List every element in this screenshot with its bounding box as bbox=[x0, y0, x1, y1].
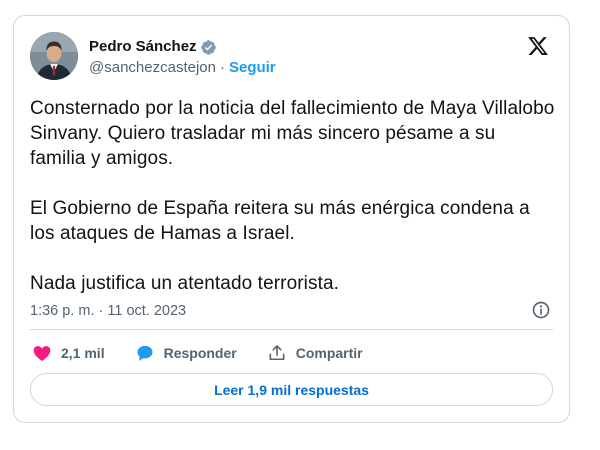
follow-button[interactable]: Seguir bbox=[229, 58, 276, 78]
heart-icon bbox=[33, 346, 51, 361]
tweet-paragraph-3: Nada justifica un atentado terrorista. bbox=[30, 273, 340, 294]
verified-badge-icon bbox=[200, 39, 216, 55]
divider bbox=[30, 329, 553, 330]
reply-button[interactable]: Responder bbox=[135, 343, 237, 363]
share-icon bbox=[269, 345, 285, 361]
tweet-card[interactable]: Pedro Sánchez @sanchezcastejon · Seguir … bbox=[13, 15, 570, 423]
share-button[interactable]: Compartir bbox=[267, 343, 363, 363]
like-count: 2,1 mil bbox=[61, 345, 105, 361]
like-button[interactable]: 2,1 mil bbox=[32, 343, 105, 363]
author-block: Pedro Sánchez @sanchezcastejon · Seguir bbox=[89, 37, 276, 78]
avatar[interactable] bbox=[30, 32, 78, 80]
tweet-timestamp[interactable]: 1:36 p. m. · 11 oct. 2023 bbox=[30, 301, 186, 321]
author-name[interactable]: Pedro Sánchez bbox=[89, 37, 197, 57]
share-label: Compartir bbox=[295, 345, 363, 361]
tweet-header: Pedro Sánchez @sanchezcastejon · Seguir bbox=[30, 31, 553, 83]
separator-dot: · bbox=[219, 59, 225, 76]
x-logo-icon[interactable] bbox=[527, 35, 549, 57]
action-bar: 2,1 mil Responder Compartir bbox=[32, 341, 393, 365]
info-icon[interactable] bbox=[531, 300, 551, 320]
reply-bubble-icon bbox=[137, 345, 153, 361]
tweet-text: Consternado por la noticia del fallecimi… bbox=[30, 96, 555, 296]
tweet-paragraph-2: El Gobierno de España reitera su más ené… bbox=[30, 198, 530, 244]
author-handle[interactable]: @sanchezcastejon bbox=[89, 58, 216, 78]
reply-label: Responder bbox=[163, 345, 237, 361]
read-replies-label: Leer 1,9 mil respuestas bbox=[214, 381, 369, 398]
tweet-paragraph-1: Consternado por la noticia del fallecimi… bbox=[30, 98, 555, 169]
read-replies-button[interactable]: Leer 1,9 mil respuestas bbox=[30, 373, 553, 406]
